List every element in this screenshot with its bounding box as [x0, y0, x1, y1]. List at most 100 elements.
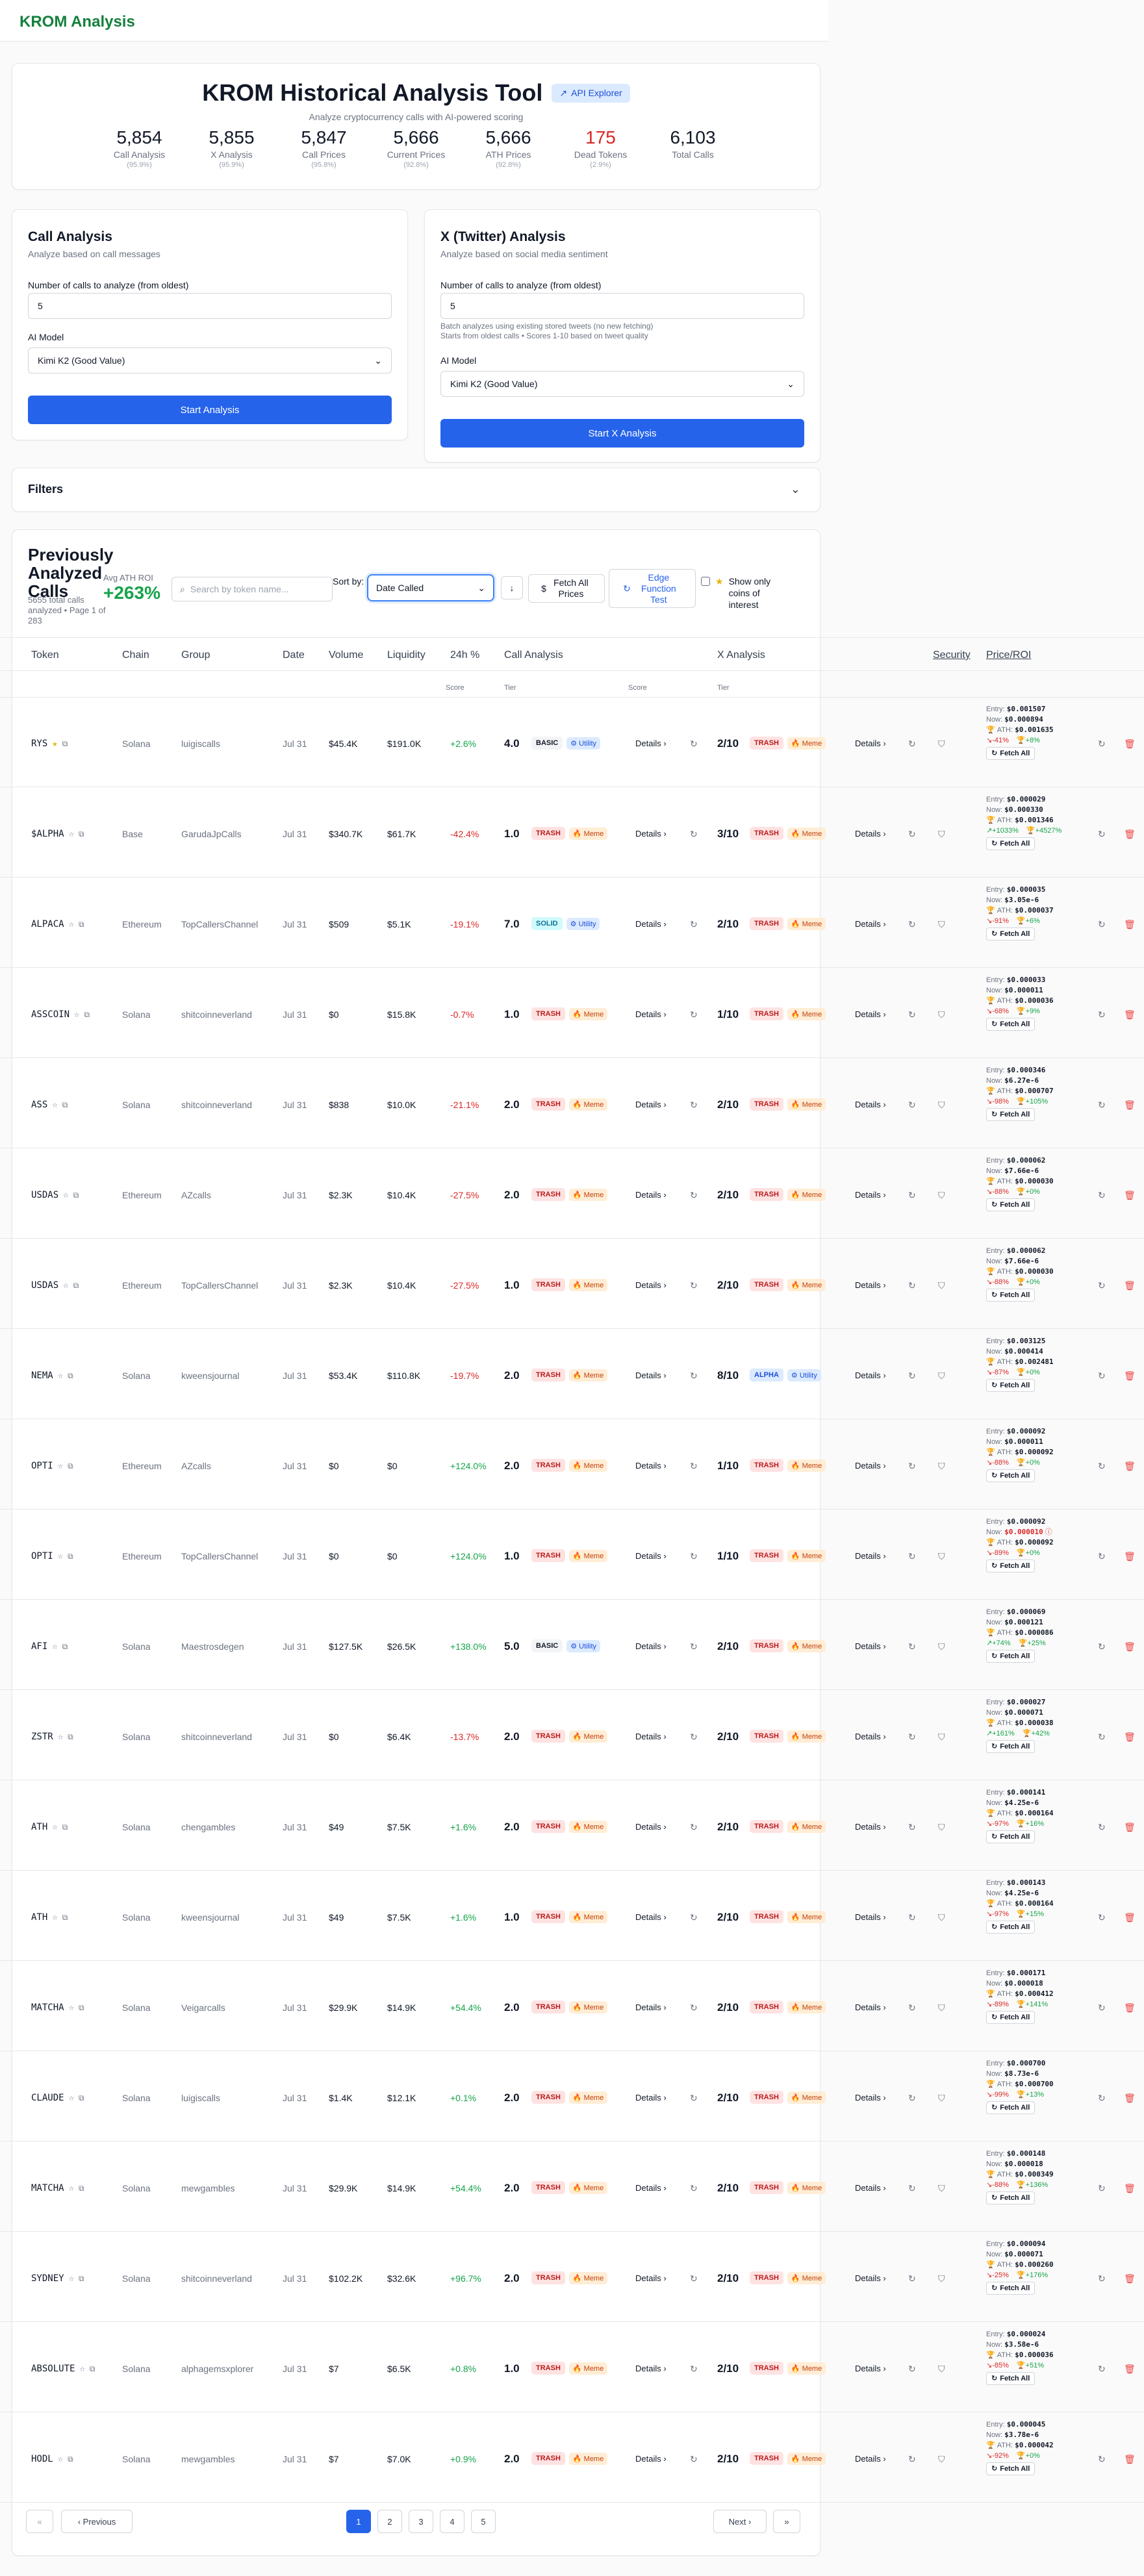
- trash-icon[interactable]: 🗑: [1124, 1100, 1136, 1111]
- table-row[interactable]: $ALPHA ☆ ⧉ Base GarudaJpCalls Jul 31 $34…: [0, 788, 1144, 878]
- token-symbol[interactable]: MATCHA: [31, 2183, 64, 2193]
- shield-icon[interactable]: ⛉: [938, 1912, 945, 1923]
- col-price[interactable]: Price/ROI: [986, 650, 1031, 661]
- refresh-icon[interactable]: ↻: [1098, 1461, 1106, 1472]
- refresh-icon[interactable]: ↻: [1098, 2183, 1106, 2194]
- copy-icon[interactable]: ⧉: [62, 1823, 68, 1832]
- token-symbol[interactable]: RYS: [31, 739, 47, 749]
- refresh-icon[interactable]: ↻: [908, 739, 916, 750]
- table-row[interactable]: CLAUDE ☆ ⧉ Solana luigiscalls Jul 31 $1.…: [0, 2052, 1144, 2141]
- trash-icon[interactable]: 🗑: [1124, 1190, 1136, 1201]
- token-symbol[interactable]: HODL: [31, 2454, 53, 2464]
- refresh-icon[interactable]: ↻: [1098, 1100, 1106, 1111]
- trash-icon[interactable]: 🗑: [1124, 1551, 1136, 1562]
- x-details-button[interactable]: Details ›: [855, 2364, 886, 2373]
- refresh-icon[interactable]: ↻: [1098, 1190, 1106, 1201]
- trash-icon[interactable]: 🗑: [1124, 919, 1136, 930]
- refresh-icon[interactable]: ↻: [690, 2183, 698, 2194]
- col-group[interactable]: Group: [181, 650, 210, 661]
- refresh-icon[interactable]: ↻: [1098, 1912, 1106, 1923]
- star-icon[interactable]: ☆: [69, 2093, 74, 2103]
- refresh-icon[interactable]: ↻: [690, 1370, 698, 1382]
- refresh-icon[interactable]: ↻: [1098, 2454, 1106, 2465]
- copy-icon[interactable]: ⧉: [68, 1552, 73, 1561]
- call-details-button[interactable]: Details ›: [635, 2093, 667, 2102]
- trash-icon[interactable]: 🗑: [1124, 1009, 1136, 1020]
- trash-icon[interactable]: 🗑: [1124, 2454, 1136, 2465]
- sort-direction-button[interactable]: ↓: [501, 576, 523, 600]
- star-icon[interactable]: ☆: [58, 1551, 63, 1561]
- refresh-icon[interactable]: ↻: [908, 1912, 916, 1923]
- x-details-button[interactable]: Details ›: [855, 1912, 886, 1922]
- refresh-icon[interactable]: ↻: [908, 1641, 916, 1652]
- refresh-icon[interactable]: ↻: [908, 2364, 916, 2375]
- filters-card[interactable]: Filters ⌄: [12, 468, 820, 512]
- refresh-icon[interactable]: ↻: [908, 1822, 916, 1833]
- star-icon[interactable]: ★: [52, 739, 57, 749]
- table-row[interactable]: NEMA ☆ ⧉ Solana kweensjournal Jul 31 $53…: [0, 1330, 1144, 1419]
- refresh-icon[interactable]: ↻: [690, 1100, 698, 1111]
- refresh-icon[interactable]: ↻: [908, 1280, 916, 1291]
- start-analysis-button[interactable]: Start Analysis: [28, 396, 392, 424]
- copy-icon[interactable]: ⧉: [68, 1732, 73, 1742]
- token-symbol[interactable]: ABSOLUTE: [31, 2364, 75, 2374]
- token-symbol[interactable]: OPTI: [31, 1551, 53, 1561]
- refresh-icon[interactable]: ↻: [1098, 739, 1106, 750]
- star-icon[interactable]: ☆: [69, 2002, 74, 2013]
- shield-icon[interactable]: ⛉: [938, 2183, 945, 2194]
- x-details-button[interactable]: Details ›: [855, 739, 886, 748]
- fetch-all-button[interactable]: ↻ Fetch All: [986, 1740, 1036, 1753]
- table-row[interactable]: ALPACA ☆ ⧉ Ethereum TopCallersChannel Ju…: [0, 878, 1144, 968]
- shield-icon[interactable]: ⛉: [938, 919, 945, 930]
- trash-icon[interactable]: 🗑: [1124, 1641, 1136, 1652]
- star-icon[interactable]: ☆: [69, 829, 74, 839]
- col-volume[interactable]: Volume: [329, 650, 363, 661]
- shield-icon[interactable]: ⛉: [938, 739, 945, 750]
- refresh-icon[interactable]: ↻: [908, 1461, 916, 1472]
- last-page-button[interactable]: »: [773, 2510, 800, 2533]
- refresh-icon[interactable]: ↻: [690, 1822, 698, 1833]
- call-details-button[interactable]: Details ›: [635, 1190, 667, 1200]
- refresh-icon[interactable]: ↻: [908, 2183, 916, 2194]
- refresh-icon[interactable]: ↻: [690, 1641, 698, 1652]
- token-symbol[interactable]: ZSTR: [31, 1732, 53, 1742]
- fetch-all-button[interactable]: ↻ Fetch All: [986, 1379, 1036, 1392]
- call-details-button[interactable]: Details ›: [635, 1461, 667, 1471]
- call-details-button[interactable]: Details ›: [635, 2183, 667, 2193]
- fetch-all-button[interactable]: ↻ Fetch All: [986, 1469, 1036, 1482]
- shield-icon[interactable]: ⛉: [938, 2002, 945, 2014]
- table-row[interactable]: ASS ☆ ⧉ Solana shitcoinneverland Jul 31 …: [0, 1059, 1144, 1148]
- x-details-button[interactable]: Details ›: [855, 1370, 886, 1380]
- trash-icon[interactable]: 🗑: [1124, 1732, 1136, 1743]
- refresh-icon[interactable]: ↻: [1098, 1009, 1106, 1020]
- next-page-button[interactable]: Next ›: [713, 2510, 767, 2533]
- page-button-3[interactable]: 3: [409, 2510, 433, 2533]
- refresh-icon[interactable]: ↻: [908, 829, 916, 840]
- x-details-button[interactable]: Details ›: [855, 919, 886, 929]
- star-icon[interactable]: ☆: [52, 1822, 57, 1832]
- refresh-icon[interactable]: ↻: [908, 2454, 916, 2465]
- call-count-input[interactable]: 5: [28, 293, 392, 319]
- shield-icon[interactable]: ⛉: [938, 2093, 945, 2104]
- shield-icon[interactable]: ⛉: [938, 1009, 945, 1020]
- copy-icon[interactable]: ⧉: [73, 1191, 79, 1200]
- call-details-button[interactable]: Details ›: [635, 2273, 667, 2283]
- x-details-button[interactable]: Details ›: [855, 1641, 886, 1651]
- star-icon[interactable]: ☆: [58, 1732, 63, 1742]
- star-icon[interactable]: ☆: [69, 2273, 74, 2284]
- refresh-icon[interactable]: ↻: [690, 2002, 698, 2014]
- token-symbol[interactable]: USDAS: [31, 1280, 58, 1291]
- shield-icon[interactable]: ⛉: [938, 1732, 945, 1743]
- refresh-icon[interactable]: ↻: [690, 1912, 698, 1923]
- copy-icon[interactable]: ⧉: [68, 1371, 73, 1381]
- refresh-icon[interactable]: ↻: [690, 1190, 698, 1201]
- table-row[interactable]: OPTI ☆ ⧉ Ethereum TopCallersChannel Jul …: [0, 1510, 1144, 1600]
- call-details-button[interactable]: Details ›: [635, 1732, 667, 1741]
- refresh-icon[interactable]: ↻: [690, 1280, 698, 1291]
- star-icon[interactable]: ☆: [52, 1100, 57, 1110]
- refresh-icon[interactable]: ↻: [1098, 1551, 1106, 1562]
- token-symbol[interactable]: MATCHA: [31, 2002, 64, 2013]
- fetch-all-button[interactable]: ↻ Fetch All: [986, 2462, 1036, 2475]
- refresh-icon[interactable]: ↻: [908, 2273, 916, 2284]
- col-chain[interactable]: Chain: [122, 650, 149, 661]
